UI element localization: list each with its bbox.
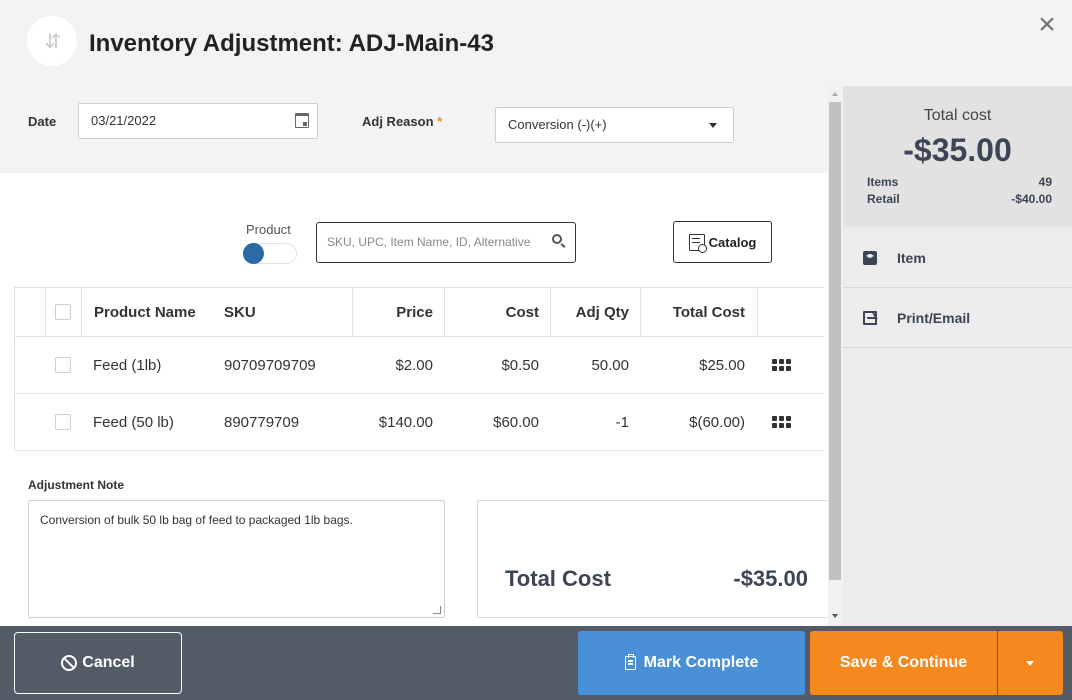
caret-down-icon [1026,661,1034,666]
box-icon [863,250,877,265]
modal-header: ⇵ Inventory Adjustment: ADJ-Main-43 [0,0,1072,86]
retail-label: Retail [867,192,900,206]
adjustment-table: Product Name SKU Price Cost Adj Qty Tota… [14,287,824,451]
cell-product-name: Feed (50 lb) [93,413,174,431]
adjustment-note-textarea[interactable]: Conversion of bulk 50 lb bag of feed to … [28,500,445,618]
row-actions-cell [772,337,791,393]
total-cost-value: -$35.00 [733,566,808,591]
calendar-icon[interactable] [295,113,309,128]
vertical-scrollbar[interactable] [828,86,843,626]
adj-reason-select[interactable]: Conversion (-)(+) [495,107,734,143]
search-icon[interactable] [552,234,562,244]
mark-complete-label: Mark Complete [643,654,759,671]
note-text: Conversion of bulk 50 lb bag of feed to … [40,513,353,527]
date-value: 03/21/2022 [91,113,157,128]
resize-handle-icon[interactable] [433,606,441,614]
col-divider [757,288,758,336]
product-toggle[interactable] [243,243,297,264]
col-divider [45,288,46,336]
search-input[interactable] [327,223,542,261]
items-label: Items [867,175,899,189]
total-cost-box: Total Cost -$35.00 [477,500,828,618]
adj-reason-label: Adj Reason * [362,114,442,129]
catalog-icon [688,233,707,253]
catalog-button[interactable]: Catalog [673,221,772,263]
summary-total-value: -$35.00 [903,132,1012,168]
row-select-cell [55,394,71,450]
items-value: 49 [1038,175,1052,189]
sidebar-item-label: Print/Email [897,309,971,326]
product-search [316,222,576,263]
main-content: Date 03/21/2022 Adj Reason * Conversion … [0,86,828,626]
select-all-checkbox[interactable] [55,304,71,320]
sidebar-item-print-email[interactable]: Print/Email [843,288,1072,348]
product-toggle-label: Product [246,222,291,237]
grid-menu-icon[interactable] [772,359,791,371]
header-cost[interactable]: Cost [444,288,539,336]
summary-retail-row: Retail -$40.00 [867,192,1052,206]
required-mark: * [437,114,443,129]
adjustment-modal: ⇵ Inventory Adjustment: ADJ-Main-43 × Da… [0,0,1072,700]
sidebar-item-item[interactable]: Item [843,228,1072,288]
save-options-dropdown-button[interactable] [998,631,1063,695]
page-title: Inventory Adjustment: ADJ-Main-43 [89,30,494,57]
cell-price: $140.00 [378,413,433,431]
header-product-name[interactable]: Product Name [94,288,196,336]
cell-sku: 90709709709 [224,356,316,374]
cell-total-cost: $(60.00) [689,413,745,431]
save-continue-button[interactable]: Save & Continue [810,631,997,695]
summary-items-row: Items 49 [867,175,1052,189]
cancel-label: Cancel [82,654,135,671]
header-price[interactable]: Price [352,288,433,336]
cell-product-name: Feed (1lb) [93,356,162,374]
row-actions-cell [772,394,791,450]
row-checkbox[interactable] [55,414,71,430]
header-adj-qty[interactable]: Adj Qty [550,288,629,336]
date-field[interactable]: 03/21/2022 [78,103,318,139]
cancel-button[interactable]: Cancel [14,632,182,694]
row-select-cell [55,337,71,393]
table-row[interactable]: Feed (50 lb) 890779709 $140.00 $60.00 -1… [14,394,824,451]
header-sku[interactable]: SKU [224,288,256,336]
scroll-thumb[interactable] [829,102,841,580]
cell-price: $2.00 [395,356,433,374]
sidebar-item-label: Item [897,249,926,266]
date-label: Date [28,114,57,129]
save-continue-label: Save & Continue [839,654,968,671]
scroll-down-arrow-icon[interactable] [832,614,838,618]
print-email-icon [863,310,877,325]
ban-icon [61,655,78,671]
form-band: Date 03/21/2022 Adj Reason * Conversion … [0,86,828,173]
col-divider [81,288,82,336]
clipboard-icon [624,654,636,670]
retail-value: -$40.00 [1011,192,1052,206]
cell-adj-qty[interactable]: 50.00 [550,337,629,393]
header-total-cost[interactable]: Total Cost [640,288,745,336]
catalog-label: Catalog [708,234,757,250]
close-button[interactable]: × [1032,10,1062,40]
mark-complete-button[interactable]: Mark Complete [578,631,805,695]
footer-action-bar: Cancel Mark Complete Save & Continue [0,626,1072,700]
summary-title: Total cost [923,107,992,124]
table-row[interactable]: Feed (1lb) 90709709709 $2.00 $0.50 50.00… [14,337,824,394]
scroll-up-arrow-icon[interactable] [832,92,838,96]
cell-cost: $0.50 [501,356,539,374]
adjustment-note-label: Adjustment Note [28,478,124,492]
cell-cost: $60.00 [493,413,539,431]
adj-reason-label-text: Adj Reason [362,114,434,129]
select-all-cell [55,288,71,336]
caret-down-icon [709,123,717,128]
row-checkbox[interactable] [55,357,71,373]
cell-sku: 890779709 [224,413,300,431]
grid-menu-icon[interactable] [772,416,791,428]
cell-total-cost: $25.00 [699,356,745,374]
summary-sidebar: Total cost -$35.00 Items 49 Retail -$40.… [843,86,1072,626]
adj-reason-value: Conversion (-)(+) [508,117,607,132]
toggle-knob [243,243,264,264]
table-header-row: Product Name SKU Price Cost Adj Qty Tota… [14,287,824,337]
swap-arrows-icon: ⇵ [27,16,77,66]
cost-summary: Total cost -$35.00 Items 49 Retail -$40.… [843,86,1072,227]
cell-adj-qty[interactable]: -1 [550,394,629,450]
total-cost-label: Total Cost [505,566,611,591]
